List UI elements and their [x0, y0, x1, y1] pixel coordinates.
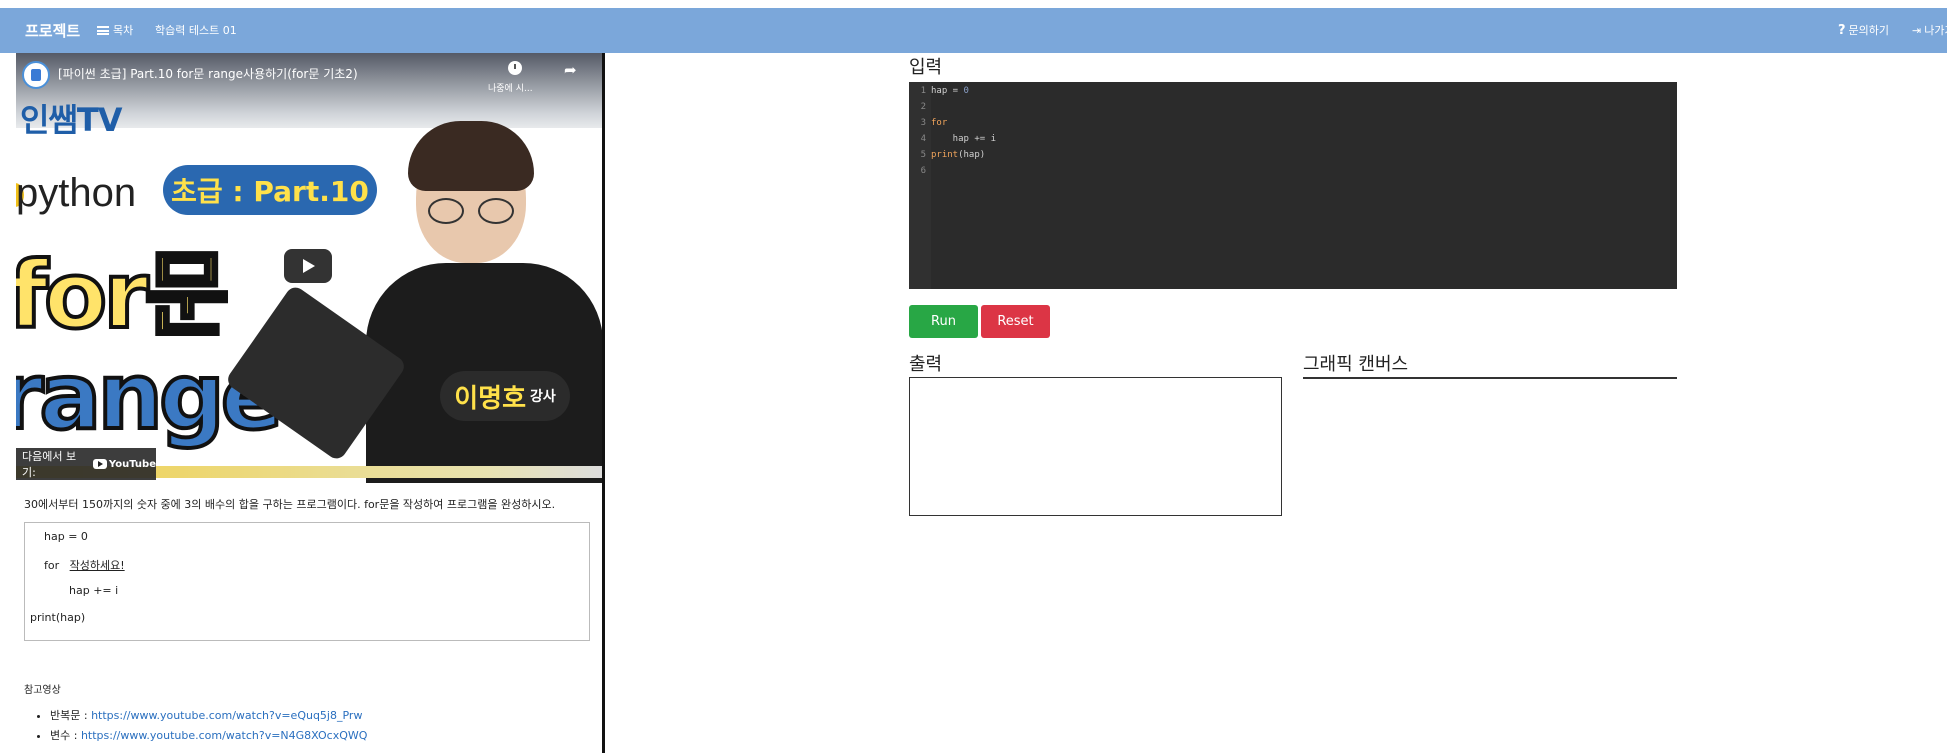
code-line-3: hap += i	[69, 584, 119, 597]
left-panel: [파이썬 초급] Part.10 for문 range사용하기(for문 기초2…	[16, 53, 605, 753]
example-code-box: hap = 0 for 작성하세요! hap += i print(hap)	[24, 522, 590, 641]
inquiry-label: 문의하기	[1848, 24, 1890, 37]
youtube-video[interactable]: [파이썬 초급] Part.10 for문 range사용하기(for문 기초2…	[16, 53, 602, 483]
editor-line[interactable]: 6	[909, 163, 931, 179]
watch-on-label: 다음에서 보기:	[22, 450, 77, 479]
editor-line[interactable]: 2	[909, 99, 931, 115]
channel-logo: 인쌤TV	[20, 101, 122, 139]
watch-later-label[interactable]: 나중에 시...	[488, 81, 533, 94]
clock-icon[interactable]	[508, 61, 522, 75]
channel-avatar[interactable]	[22, 61, 50, 89]
reference-list: 반복문 : https://www.youtube.com/watch?v=eQ…	[36, 707, 367, 747]
editor-line[interactable]: 3 for	[909, 115, 948, 131]
code-line-4: print(hap)	[30, 611, 86, 624]
video-title[interactable]: [파이썬 초급] Part.10 for문 range사용하기(for문 기초2…	[58, 65, 358, 82]
navbar: 프로젝트 목차 학습력 테스트 01 ? 문의하기 ⇥ 나가기	[0, 8, 1947, 53]
presenter-badge: 이명호 강사	[440, 371, 570, 421]
code-line-for: for 작성하세요!	[44, 557, 125, 573]
youtube-logo: YouTube	[92, 459, 156, 470]
exit-link[interactable]: ⇥ 나가기	[1912, 22, 1947, 38]
canvas-title: 그래픽 캔버스	[1303, 354, 1409, 375]
reference-item: 변수 : https://www.youtube.com/watch?v=N4G…	[50, 727, 367, 743]
menu-icon	[97, 25, 109, 35]
reference-link-loop[interactable]: https://www.youtube.com/watch?v=eQuq5j8_…	[91, 709, 362, 722]
code-placeholder: 작성하세요!	[69, 559, 125, 572]
level-badge: 초급 : Part.10	[163, 165, 377, 215]
editor-line[interactable]: 4 hap += i	[909, 131, 996, 147]
code-editor[interactable]: 1 hap = 0 2 3 for 4 hap += i 5 print(hap) 6	[909, 82, 1677, 289]
exit-icon: ⇥	[1912, 23, 1922, 37]
reference-title: 참고영상	[24, 685, 61, 696]
play-icon[interactable]	[284, 249, 332, 283]
run-button[interactable]: Run	[909, 305, 978, 338]
share-icon[interactable]: ➦	[564, 61, 577, 79]
presenter-name: 이명호	[454, 383, 526, 414]
exit-label: 나가기	[1924, 24, 1947, 37]
watch-on-youtube[interactable]: 다음에서 보기: YouTube	[16, 448, 156, 480]
brand[interactable]: 프로젝트	[25, 20, 80, 41]
output-box	[909, 377, 1282, 516]
language-text: python	[16, 171, 137, 215]
inquiry-link[interactable]: ? 문의하기	[1838, 22, 1889, 38]
reference-link-variable[interactable]: https://www.youtube.com/watch?v=N4G8XOcx…	[81, 729, 367, 742]
code-line-1: hap = 0	[44, 530, 88, 543]
test-link[interactable]: 학습력 테스트 01	[155, 22, 237, 38]
editor-line[interactable]: 5 print(hap)	[909, 147, 986, 163]
toc-link[interactable]: 목차	[97, 22, 133, 38]
reset-button[interactable]: Reset	[981, 305, 1050, 338]
question-icon: ?	[1838, 22, 1846, 38]
output-title: 출력	[909, 354, 943, 375]
youtube-icon	[92, 459, 107, 469]
presenter-image	[224, 113, 602, 483]
canvas-area	[1303, 377, 1677, 379]
top-strip	[0, 0, 1947, 8]
problem-description: 30에서부터 150까지의 숫자 중에 3의 배수의 합을 구하는 프로그램이다…	[24, 498, 556, 511]
input-title: 입력	[909, 57, 943, 78]
reference-item: 반복문 : https://www.youtube.com/watch?v=eQ…	[50, 707, 367, 723]
presenter-title: 강사	[530, 389, 556, 405]
toc-label: 목차	[113, 24, 134, 37]
thumbnail-title-for: for문	[16, 240, 231, 351]
editor-line[interactable]: 1 hap = 0	[909, 83, 969, 99]
code-for-keyword: for	[44, 559, 60, 572]
